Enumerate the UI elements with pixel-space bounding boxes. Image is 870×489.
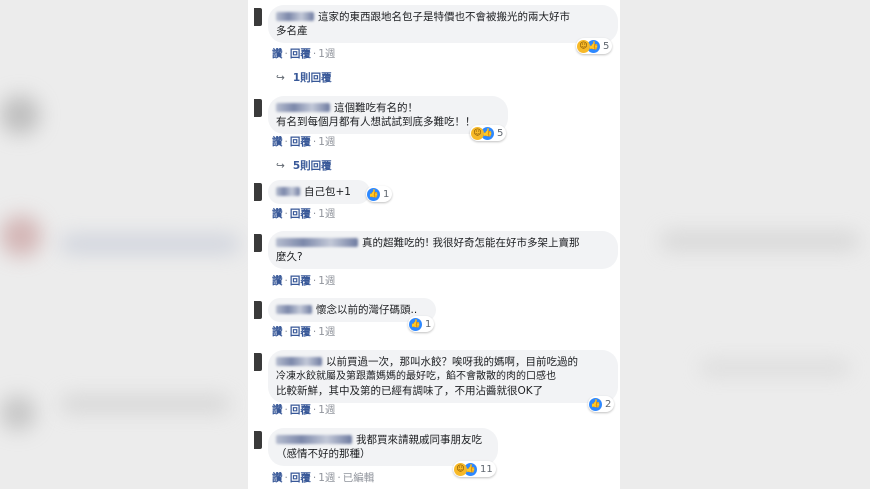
avatar[interactable] (254, 301, 262, 319)
comment-text-line: （感情不好的那種） (276, 448, 371, 460)
timestamp[interactable]: 1週 (318, 48, 335, 60)
commenter-name[interactable] (276, 305, 312, 314)
reaction-summary[interactable]: 👍 1 (408, 316, 435, 332)
comment-text-line: 這個難吃有名的！ (334, 102, 418, 114)
timestamp[interactable]: 1週 (318, 136, 335, 148)
comment-text-line: 自己包+1 (304, 186, 351, 198)
avatar[interactable] (254, 99, 262, 117)
reaction-summary[interactable]: ☺ 👍 5 (470, 125, 507, 141)
comment-bubble: 這家的東西跟地名包子是特價也不會被搬光的兩大好市 多名產 (268, 5, 618, 43)
reaction-summary[interactable]: ☺ 👍 11 (453, 461, 496, 477)
comment-text-line: 懷念以前的灣仔碼頭.. (316, 304, 418, 316)
comment-text-line: 多名產 (276, 25, 308, 37)
haha-icon: ☺ (577, 39, 590, 53)
like-button[interactable]: 讚 (272, 136, 283, 148)
avatar[interactable] (254, 353, 262, 371)
comment-text-line: 真的超難吃的! 我很好奇怎能在好市多架上賣那 (362, 237, 580, 249)
commenter-name[interactable] (276, 12, 314, 21)
background-blur (0, 395, 36, 431)
view-replies-link[interactable]: ↪ 5則回覆 (276, 158, 332, 173)
commenter-name[interactable] (276, 187, 300, 196)
timestamp[interactable]: 1週 (318, 275, 335, 287)
reply-button[interactable]: 回覆 (290, 136, 311, 148)
reply-arrow-icon: ↪ (276, 160, 285, 172)
comment-text-line: 這家的東西跟地名包子是特價也不會被搬光的兩大好市 (318, 11, 570, 23)
commenter-name[interactable] (276, 103, 330, 112)
reply-arrow-icon: ↪ (276, 72, 285, 84)
reaction-summary[interactable]: ☺ 👍 5 (576, 38, 613, 54)
comment-bubble: 真的超難吃的! 我很好奇怎能在好市多架上賣那 麼久? (268, 231, 618, 269)
timestamp[interactable]: 1週 (318, 326, 335, 338)
comment-actions: 讚 · 回覆 · 1週 (272, 404, 336, 416)
timestamp[interactable]: 1週 (318, 208, 335, 220)
timestamp[interactable]: 1週 (318, 404, 335, 416)
commenter-name[interactable] (276, 357, 322, 366)
avatar[interactable] (254, 234, 262, 252)
haha-icon: ☺ (471, 126, 484, 140)
reply-button[interactable]: 回覆 (290, 275, 311, 287)
background-blur (0, 95, 40, 135)
like-button[interactable]: 讚 (272, 48, 283, 60)
avatar[interactable] (254, 183, 262, 201)
comment-bubble: 以前買過一次，那叫水餃？唉呀我的媽啊，目前吃過的 冷凍水餃就屬及第跟蕭媽媽的最好… (268, 350, 618, 403)
comments-panel: 這家的東西跟地名包子是特價也不會被搬光的兩大好市 多名產 ☺ 👍 5 讚 · 回覆 · 1週… (248, 0, 620, 489)
commenter-name[interactable] (276, 238, 358, 247)
timestamp[interactable]: 1週 (318, 472, 335, 484)
comment-actions: 讚 · 回覆 · 1週 (272, 275, 336, 287)
comment-actions: 讚 · 回覆 · 1週 (272, 326, 336, 338)
like-button[interactable]: 讚 (272, 404, 283, 416)
like-button[interactable]: 讚 (272, 472, 283, 484)
comment-actions: 讚 · 回覆 · 1週 (272, 136, 336, 148)
like-icon: 👍 (367, 187, 380, 201)
avatar[interactable] (254, 431, 262, 449)
reply-button[interactable]: 回覆 (290, 208, 311, 220)
background-blur (0, 215, 42, 257)
view-replies-link[interactable]: ↪ 1則回覆 (276, 70, 332, 85)
comment-actions: 讚 · 回覆 · 1週 (272, 208, 336, 220)
reaction-summary[interactable]: 👍 2 (588, 396, 615, 412)
background-blur (700, 360, 850, 376)
comment-text-line: 以前買過一次，那叫水餃？唉呀我的媽啊，目前吃過的 (326, 356, 578, 368)
edited-label[interactable]: 已編輯 (343, 472, 375, 484)
like-icon: 👍 (409, 317, 422, 331)
comment-actions: 讚 · 回覆 · 1週 · 已編輯 (272, 472, 375, 484)
avatar[interactable] (254, 8, 262, 26)
like-icon: 👍 (589, 397, 602, 411)
like-button[interactable]: 讚 (272, 275, 283, 287)
reply-button[interactable]: 回覆 (290, 472, 311, 484)
reaction-summary[interactable]: 👍 1 (366, 186, 393, 202)
comment-text-line: 麼久? (276, 251, 303, 263)
reply-button[interactable]: 回覆 (290, 48, 311, 60)
like-button[interactable]: 讚 (272, 326, 283, 338)
comment-text-line: 我都買來請親戚同事朋友吃 (356, 434, 482, 446)
reply-button[interactable]: 回覆 (290, 404, 311, 416)
background-blur (60, 395, 230, 413)
haha-icon: ☺ (454, 462, 467, 476)
commenter-name[interactable] (276, 435, 352, 444)
background-blur (60, 235, 240, 253)
comment-bubble: 自己包+1 (268, 180, 370, 204)
comment-text-line: 冷凍水餃就屬及第跟蕭媽媽的最好吃，餡不會散散的肉的口感也 (276, 371, 556, 382)
comment-actions: 讚 · 回覆 · 1週 (272, 48, 336, 60)
like-button[interactable]: 讚 (272, 208, 283, 220)
background-blur (660, 232, 860, 250)
comment-text-line: 有名到每個月都有人想試試到底多難吃！！ (276, 116, 476, 128)
comment-text-line: 比較新鮮，其中及第的已經有調味了，不用沾醬就很OK了 (276, 385, 544, 397)
reply-button[interactable]: 回覆 (290, 326, 311, 338)
